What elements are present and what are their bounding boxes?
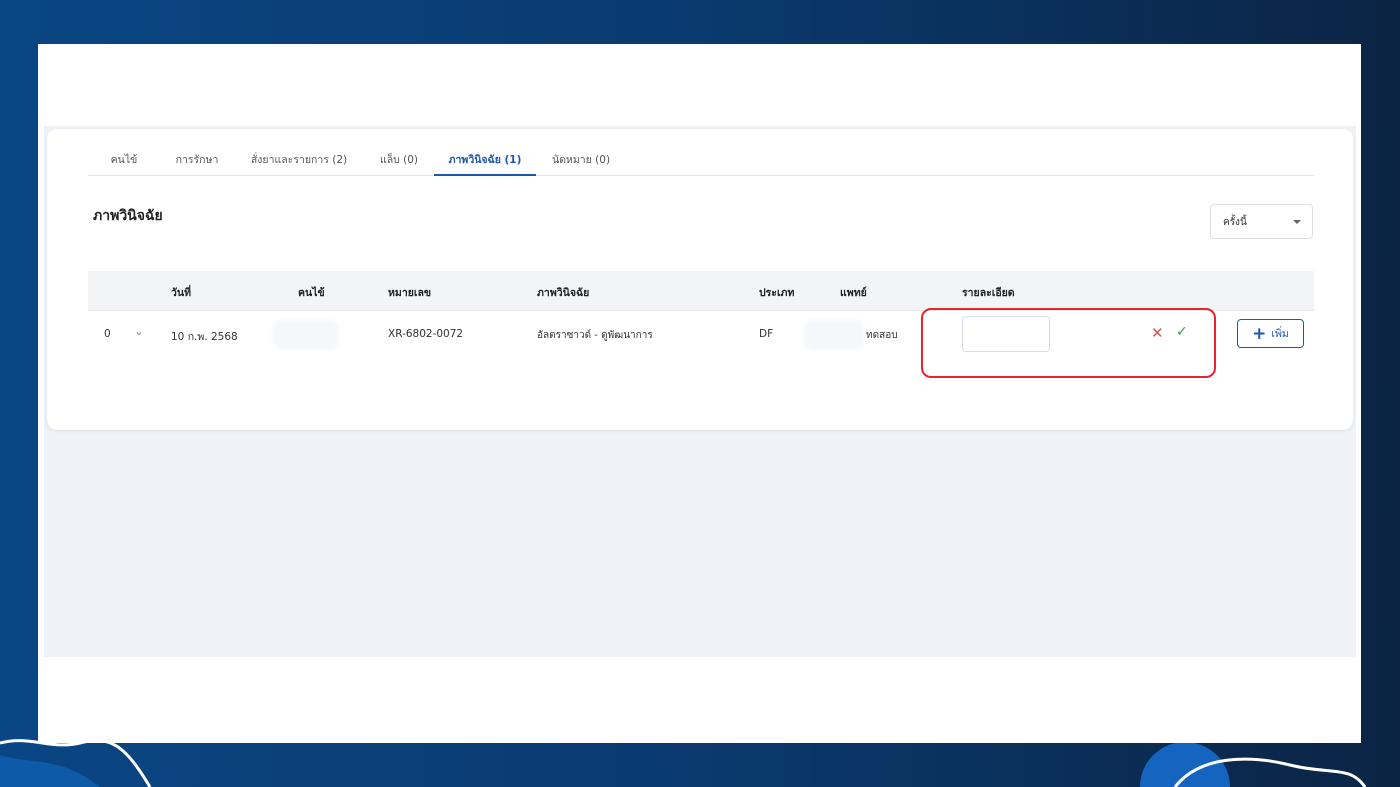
row-number: XR-6802-0072 <box>388 328 464 340</box>
plus-icon: + <box>1252 323 1267 344</box>
col-patient: คนไข้ <box>298 287 325 299</box>
col-detail: รายละเอียด <box>962 287 1015 299</box>
imaging-card: คนไข้ การรักษา สั่งยาและรายการ (2) แล็บ … <box>47 129 1353 430</box>
tab-patient[interactable]: คนไข้ <box>88 144 160 176</box>
tab-appointments[interactable]: นัดหมาย (0) <box>536 144 626 176</box>
tab-orders[interactable]: สั่งยาและรายการ (2) <box>234 144 364 176</box>
col-number: หมายเลข <box>388 287 432 299</box>
table-header: วันที่ คนไข้ หมายเลข ภาพวินิจฉัย ประเภท … <box>88 271 1314 311</box>
col-imaging: ภาพวินิจฉัย <box>537 287 590 299</box>
confirm-check-icon[interactable]: ✓ <box>1176 324 1188 340</box>
app-window: คนไข้ การรักษา สั่งยาและรายการ (2) แล็บ … <box>38 44 1361 743</box>
visit-filter-select[interactable]: ครั้งนี้ <box>1210 204 1313 239</box>
cancel-icon[interactable]: ✕ <box>1151 324 1164 342</box>
add-button[interactable]: + เพิ่ม <box>1237 319 1304 348</box>
col-date: วันที่ <box>171 287 191 299</box>
detail-input[interactable] <box>962 316 1050 352</box>
patient-name-redacted <box>273 320 339 350</box>
tab-bar: คนไข้ การรักษา สั่งยาและรายการ (2) แล็บ … <box>88 144 1314 176</box>
chevron-down-icon[interactable]: ⌄ <box>134 324 144 338</box>
select-value: ครั้งนี้ <box>1223 217 1247 228</box>
tab-lab[interactable]: แล็บ (0) <box>364 144 434 176</box>
caret-down-icon <box>1293 220 1301 224</box>
row-type: DF <box>759 328 774 340</box>
row-date: 10 ก.พ. 2568 <box>171 331 238 343</box>
add-button-label: เพิ่ม <box>1271 328 1289 340</box>
row-doctor: ทดสอบ <box>866 330 898 341</box>
col-type: ประเภท <box>759 287 795 299</box>
tab-treatment[interactable]: การรักษา <box>160 144 234 176</box>
row-imaging: อัลตราซาวด์ - ดูพัฒนาการ <box>537 330 653 341</box>
row-index: 0 <box>104 328 111 340</box>
doctor-name-redacted <box>804 320 864 350</box>
tab-imaging[interactable]: ภาพวินิจฉัย (1) <box>434 144 536 176</box>
table-row: 0 ⌄ 10 ก.พ. 2568 XR-6802-0072 อัลตราซาวด… <box>88 308 1314 378</box>
col-doctor: แพทย์ <box>840 287 867 299</box>
section-title: ภาพวินิจฉัย <box>93 208 163 224</box>
content-area: คนไข้ การรักษา สั่งยาและรายการ (2) แล็บ … <box>44 126 1356 657</box>
